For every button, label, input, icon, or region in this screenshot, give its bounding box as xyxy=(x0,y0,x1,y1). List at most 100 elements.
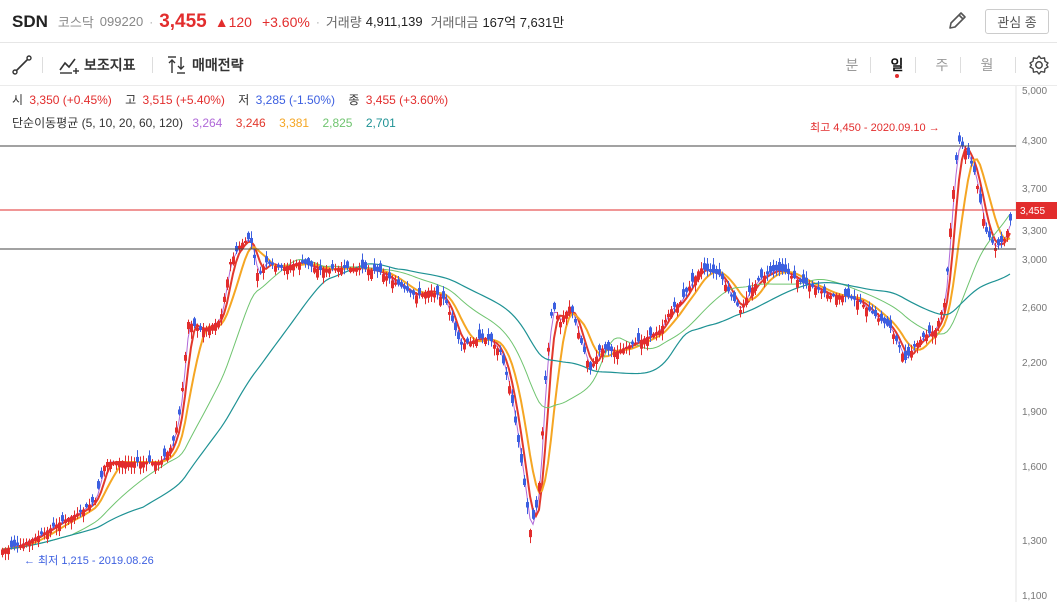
candle-body xyxy=(346,261,349,268)
candle-body xyxy=(871,310,874,314)
candle-body xyxy=(574,318,577,323)
candle-body xyxy=(523,478,526,485)
candle-body xyxy=(385,276,388,281)
y-tick-label: 4,300 xyxy=(1022,136,1047,147)
candle-body xyxy=(430,290,433,297)
candle-body xyxy=(805,277,808,285)
candle-body xyxy=(568,306,571,314)
candle-body xyxy=(502,355,505,364)
candle-body xyxy=(769,266,772,273)
candle-body xyxy=(793,270,796,278)
candle-body xyxy=(436,285,439,295)
price-change-pct: +3.60% xyxy=(261,13,310,30)
candle-body xyxy=(895,335,898,341)
candle-body xyxy=(832,293,835,296)
ma20-line xyxy=(1,158,1011,551)
price-chart[interactable]: 5,000 4,300 3,700 3,300 3,000 2,600 2,200 1,900… xyxy=(0,86,1057,602)
candle-body xyxy=(151,462,154,466)
candle-body xyxy=(481,333,484,339)
candle-body xyxy=(442,291,445,299)
candle-body xyxy=(148,455,151,462)
candle-body xyxy=(709,269,712,272)
candle-body xyxy=(370,270,373,279)
candle-body xyxy=(862,304,865,308)
candle-body xyxy=(538,482,541,492)
candle-body xyxy=(133,462,136,468)
candle-body xyxy=(250,237,253,243)
candle-body xyxy=(373,264,376,271)
period-minute[interactable]: 분 xyxy=(838,44,866,85)
candle-body xyxy=(625,346,628,349)
candle-body xyxy=(319,265,322,270)
candle-body xyxy=(115,462,118,466)
candle-body xyxy=(331,264,334,269)
candle-body xyxy=(592,363,595,367)
candle-body xyxy=(622,348,625,354)
candle-body xyxy=(841,296,844,303)
indicator-button[interactable]: 보조지표 xyxy=(58,44,136,85)
candle-body xyxy=(559,322,562,328)
candle-body xyxy=(643,338,646,345)
candle-body xyxy=(931,331,934,337)
watchlist-button[interactable]: 관심 종 xyxy=(985,9,1049,34)
candle-body xyxy=(946,268,949,272)
candle-body xyxy=(187,322,190,330)
candle-body xyxy=(1003,239,1006,242)
candle-body xyxy=(202,328,205,338)
period-day[interactable]: 일 xyxy=(883,44,911,85)
period-week[interactable]: 주 xyxy=(928,44,956,85)
candle-body xyxy=(670,309,673,318)
candle-body xyxy=(982,219,985,226)
candle-body xyxy=(619,349,622,354)
candle-body xyxy=(514,416,517,423)
candle-body xyxy=(493,344,496,349)
strategy-button[interactable]: 매매전략 xyxy=(166,44,244,85)
candle-body xyxy=(22,543,25,549)
ma60-line xyxy=(1,213,1011,550)
candle-body xyxy=(121,462,124,468)
candle-body xyxy=(742,304,745,308)
candle-body xyxy=(634,342,637,345)
candle-body xyxy=(196,328,199,331)
draw-line-icon[interactable] xyxy=(12,44,32,85)
candle-body xyxy=(655,332,658,336)
candle-body xyxy=(124,462,127,469)
candle-body xyxy=(328,269,331,274)
candle-body xyxy=(1009,214,1012,221)
candle-body xyxy=(361,259,364,269)
candle-body xyxy=(118,462,121,468)
candle-body xyxy=(700,268,703,274)
candle-body xyxy=(307,258,310,266)
candle-body xyxy=(355,268,358,272)
candle-body xyxy=(844,288,847,296)
settings-gear-icon[interactable] xyxy=(1028,44,1050,85)
divider xyxy=(42,57,43,73)
candle-body xyxy=(586,361,589,368)
candle-body xyxy=(208,326,211,336)
candle-body xyxy=(418,287,421,295)
candle-body xyxy=(631,341,634,345)
min-annotation: ← 최저 1,215 - 2019.08.26 xyxy=(24,554,154,567)
candle-body xyxy=(754,284,757,291)
candle-body xyxy=(694,276,697,286)
candle-body xyxy=(820,291,823,294)
candle-body xyxy=(40,531,43,535)
candle-body xyxy=(1,549,4,555)
pencil-icon[interactable] xyxy=(946,10,968,32)
candle-body xyxy=(757,277,760,281)
candle-body xyxy=(889,320,892,328)
candle-body xyxy=(73,515,76,521)
candle-body xyxy=(454,322,457,330)
candle-body xyxy=(598,345,601,351)
candle-body xyxy=(388,272,391,279)
candle-body xyxy=(433,292,436,298)
candle-body xyxy=(379,263,382,272)
period-month[interactable]: 월 xyxy=(973,44,1001,85)
candle-body xyxy=(571,306,574,312)
candle-body xyxy=(760,269,763,278)
candle-body xyxy=(520,454,523,463)
candle-body xyxy=(136,456,139,462)
candle-body xyxy=(610,346,613,351)
candle-body xyxy=(763,275,766,284)
candle-body xyxy=(10,540,13,548)
